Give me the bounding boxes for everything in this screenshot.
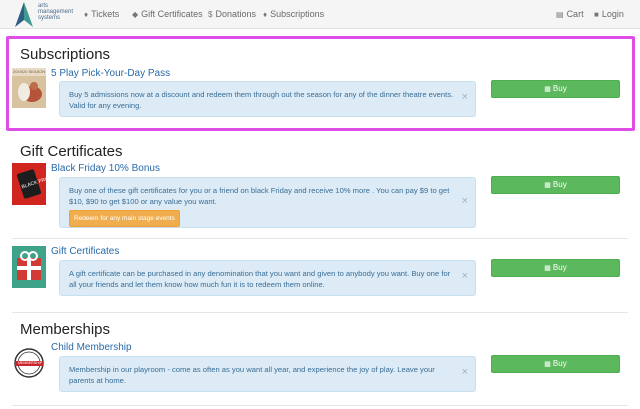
item-title-5-play-pass[interactable]: 5 Play Pick-Your-Day Pass [51,68,170,79]
dollar-icon: $ [208,10,213,19]
logo-text: arts management systems [38,3,73,21]
nav-cart[interactable]: ▤ Cart [556,9,584,19]
divider [12,238,628,239]
section-title-memberships: Memberships [20,321,111,338]
nav-gift-certificates-label: Gift Certificates [141,9,203,19]
nav-subscriptions[interactable]: ♦ Subscriptions [263,9,324,19]
black-friday-thumbnail: BLACK FRIDAY [12,163,57,205]
buy-label: Buy [552,263,567,272]
tag-icon: ♦ [84,10,89,19]
redeem-button[interactable]: Redeem for any main stage events [69,210,180,227]
item-description-box: A gift certificate can be purchased in a… [59,260,476,296]
lock-icon: ■ [594,10,599,19]
close-icon[interactable]: × [462,92,468,103]
section-title-subscriptions: Subscriptions [20,46,111,63]
item-title-child-membership[interactable]: Child Membership [51,342,132,353]
close-icon[interactable]: × [462,195,468,207]
item-description: Membership in our playroom - come as oft… [69,365,435,385]
close-icon[interactable]: × [462,271,468,282]
subscription-thumbnail: 2019/20 SEASON [12,68,46,108]
nav-cart-label: Cart [566,9,584,19]
buy-label: Buy [552,180,567,189]
logo-mark-icon [15,2,33,27]
divider [12,312,628,313]
item-title-black-friday[interactable]: Black Friday 10% Bonus [51,163,160,174]
item-description: A gift certificate can be purchased in a… [69,269,451,289]
gift-icon: ▦ [544,182,551,189]
item-description-box: Membership in our playroom - come as oft… [59,356,476,392]
nav-tickets[interactable]: ♦ Tickets [84,9,119,19]
membership-thumbnail: MEMBERSHIP [12,342,46,384]
item-description-box: Buy one of these gift certificates for y… [59,177,476,228]
divider [12,405,628,406]
nav-donations[interactable]: $ Donations [208,9,256,19]
tag-icon: ♦ [263,10,268,19]
buy-label: Buy [552,359,567,368]
cart-icon: ▤ [556,10,564,19]
gift-icon: ◆ [132,10,139,19]
gift-icon: ▦ [544,86,551,93]
nav-gift-certificates[interactable]: ◆ Gift Certificates [132,9,203,19]
logo-line-3: systems [38,15,61,21]
buy-label: Buy [552,84,567,93]
item-title-gift-certificates[interactable]: Gift Certificates [51,246,119,257]
nav-subscriptions-label: Subscriptions [270,9,325,19]
close-icon[interactable]: × [462,367,468,378]
item-description: Buy 5 admissions now at a discount and r… [69,90,454,110]
item-description-box: Buy 5 admissions now at a discount and r… [59,81,476,117]
nav-donations-label: Donations [215,9,256,19]
item-description: Buy one of these gift certificates for y… [69,186,450,206]
buy-button[interactable]: ▦ Buy [491,80,620,98]
gift-certificate-thumbnail [12,246,46,288]
buy-button[interactable]: ▦ Buy [491,355,620,373]
thumb-caption: 2019/20 SEASON [13,69,46,74]
gift-icon: ▦ [544,265,551,272]
thumb-caption: MEMBERSHIP [18,361,43,365]
logo[interactable]: arts management systems [13,1,73,29]
nav-login[interactable]: ■ Login [594,9,624,19]
gift-icon: ▦ [544,361,551,368]
buy-button[interactable]: ▦ Buy [491,259,620,277]
nav-tickets-label: Tickets [91,9,120,19]
top-navbar: arts management systems ♦ Tickets ◆ Gift C… [0,0,640,29]
nav-login-label: Login [601,9,624,19]
buy-button[interactable]: ▦ Buy [491,176,620,194]
section-title-gift-certificates: Gift Certificates [20,143,123,160]
